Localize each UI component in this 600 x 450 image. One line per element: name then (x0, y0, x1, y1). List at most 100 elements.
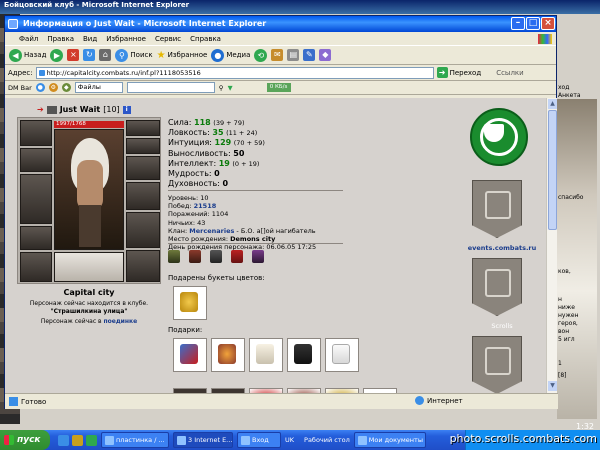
shield-slot[interactable] (126, 182, 160, 210)
private-arrow-icon[interactable]: ➔ (37, 105, 44, 114)
favorites-button[interactable]: ★ Избранное (157, 50, 208, 61)
info-icon[interactable]: i (122, 105, 131, 114)
menu-view[interactable]: Вид (83, 35, 97, 43)
discuss-icon[interactable]: ◆ (319, 49, 332, 61)
taskbar-task[interactable]: пластинка / ... (101, 432, 169, 448)
window-titlebar[interactable]: Информация о Just Wait - Microsoft Inter… (5, 16, 556, 32)
refresh-icon[interactable]: ↻ (83, 49, 96, 61)
dm-download-icon[interactable]: ▼ (228, 84, 233, 92)
events-link[interactable]: events.combats.ru (462, 244, 542, 252)
character-location: Capital city Персонаж сейчас находится в… (17, 288, 161, 325)
window-title: Информация о Just Wait - Microsoft Inter… (23, 19, 267, 28)
gloves-slot[interactable] (126, 156, 160, 180)
menu-file[interactable]: Файл (19, 35, 38, 43)
background-caption: 5 игл (558, 336, 575, 343)
rings-slot[interactable] (54, 252, 124, 282)
banner-icon[interactable] (472, 336, 522, 393)
background-caption: ниже (558, 304, 575, 311)
back-arrow-icon: ◀ (9, 48, 22, 62)
forward-arrow-icon[interactable]: ▶ (50, 48, 64, 62)
start-button[interactable]: пуск (0, 430, 50, 450)
scroll-down-icon[interactable]: ▼ (548, 381, 557, 391)
badge-icon[interactable] (168, 250, 180, 263)
helmet-slot[interactable] (20, 120, 52, 146)
taskbar-task[interactable]: 3 Internet E... (173, 432, 233, 448)
gift-item[interactable] (287, 338, 321, 372)
badge-icon[interactable] (210, 250, 222, 263)
mail-icon[interactable]: ✉ (271, 49, 284, 61)
speed-indicator: 0 КБ/s (266, 83, 291, 92)
stat-row: Духовность: 0 (168, 179, 265, 189)
flowers-title: Подарены букеты цветов: (168, 274, 265, 282)
background-right-panel: ход Анкета спасибо ков, ниже н нужен гер… (555, 14, 600, 424)
vertical-scrollbar[interactable]: ▲ ▼ (546, 98, 557, 393)
gift-item[interactable] (249, 338, 283, 372)
bull-emblem-icon[interactable] (470, 108, 528, 166)
menu-edit[interactable]: Правка (47, 35, 74, 43)
scrolls-link[interactable]: Scrolls (462, 322, 542, 330)
clan-link[interactable]: Mercenaries (189, 227, 234, 235)
dm-search-icon[interactable]: ⚲ (219, 84, 224, 92)
scrolls-banner-icon[interactable] (472, 258, 522, 316)
media-icon: ● (211, 48, 225, 62)
edit-icon[interactable]: ✎ (303, 49, 316, 61)
badge-icon[interactable] (231, 250, 243, 263)
close-button[interactable]: × (541, 17, 555, 30)
weapon-slot[interactable] (20, 174, 52, 224)
dm-link-icon[interactable]: ◆ (61, 83, 71, 92)
stat-value: 0 (214, 169, 220, 179)
gift-item[interactable] (211, 338, 245, 372)
maximize-button[interactable]: □ (526, 17, 540, 30)
scroll-up-icon[interactable]: ▲ (548, 99, 557, 109)
taskbar-task[interactable]: Мои документы (353, 432, 426, 448)
earrings-slot[interactable] (126, 120, 160, 136)
menu-help[interactable]: Справка (190, 35, 221, 43)
room-name: "Страшилкина улица" (50, 308, 128, 315)
background-caption[interactable]: Анкета (558, 92, 581, 99)
armor-slot[interactable] (20, 226, 52, 250)
back-button[interactable]: ◀ Назад (9, 48, 46, 62)
amulet-slot[interactable] (20, 148, 52, 172)
necklace-slot[interactable] (126, 138, 160, 154)
search-label: Поиск (130, 51, 153, 59)
badge-icon[interactable] (252, 250, 264, 263)
belt-slot[interactable] (20, 252, 52, 282)
print-icon[interactable]: ▤ (287, 49, 300, 61)
flower-bouquet[interactable] (173, 286, 207, 320)
ie-quicklaunch-icon[interactable] (58, 434, 69, 446)
dm-icon[interactable]: ● (35, 83, 45, 92)
search-button[interactable]: ⚲ Поиск (115, 48, 153, 62)
menu-tools[interactable]: Сервис (155, 35, 181, 43)
media-button[interactable]: ● Медиа (211, 48, 250, 62)
minimize-button[interactable]: – (511, 17, 525, 30)
address-input[interactable]: http://capitalcity.combats.ru/inf.pl?111… (35, 66, 434, 79)
desktop-toolbar[interactable]: Рабочий стол (304, 436, 350, 444)
gift-item[interactable] (173, 338, 207, 372)
fight-link[interactable]: поединке (103, 318, 137, 325)
divider (168, 243, 343, 244)
clan-icon (46, 105, 57, 114)
menu-favorites[interactable]: Избранное (106, 35, 146, 43)
gift-item[interactable] (325, 338, 359, 372)
taskbar-task[interactable]: Вход (237, 432, 281, 448)
boots-slot[interactable] (126, 250, 160, 282)
history-icon[interactable]: ⟲ (254, 48, 268, 62)
stop-icon[interactable]: × (67, 49, 80, 61)
folder-quicklaunch-icon[interactable] (72, 434, 83, 446)
media-quicklaunch-icon[interactable] (86, 434, 97, 446)
links-label[interactable]: Ссылки (496, 69, 524, 77)
badge-icon[interactable] (189, 250, 201, 263)
standard-toolbar: ◀ Назад ▶ × ↻ ⌂ ⚲ Поиск ★ Избранное ● Ме… (5, 45, 556, 65)
scroll-thumb[interactable] (548, 110, 557, 230)
home-icon[interactable]: ⌂ (99, 49, 112, 61)
go-button[interactable]: ➜ Переход (436, 67, 481, 78)
files-select[interactable]: Файлы (74, 82, 123, 93)
background-caption: н (558, 296, 562, 303)
events-banner-icon[interactable] (472, 180, 522, 238)
globe-icon (415, 396, 424, 405)
pants-slot[interactable] (126, 212, 160, 248)
dm-gear-icon[interactable]: ⚙ (48, 83, 58, 92)
dm-search-input[interactable] (126, 82, 215, 93)
character-avatar[interactable] (54, 129, 124, 250)
language-indicator[interactable]: UK (285, 436, 294, 444)
